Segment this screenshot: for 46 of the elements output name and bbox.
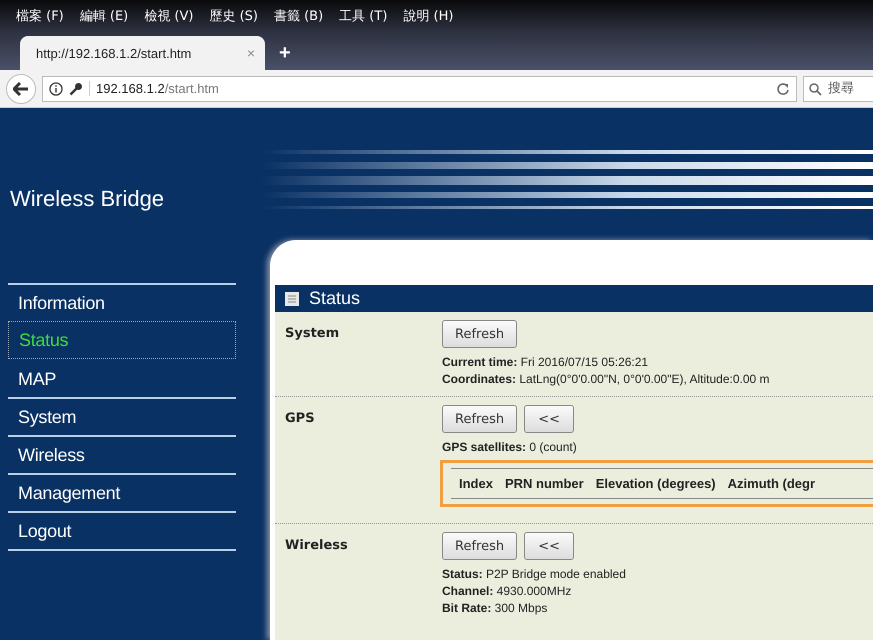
column-header: Elevation (degrees): [596, 476, 716, 491]
info-line: Status: P2P Bridge mode enabled: [442, 566, 627, 583]
info-line: Current time: Fri 2016/07/15 05:26:21: [442, 354, 650, 371]
menu-item[interactable]: 檔案 (F): [16, 7, 64, 25]
panel-title: Status: [309, 288, 360, 309]
info-line: Bit Rate: 300 Mbps: [442, 600, 548, 617]
menu-item[interactable]: 檢視 (V): [144, 7, 194, 25]
menu-item[interactable]: 說明 (H): [403, 7, 454, 25]
section-label: Wireless: [285, 537, 349, 555]
site-title: Wireless Bridge: [9, 185, 166, 212]
column-header: Azimuth (degr: [728, 476, 816, 491]
refresh-button[interactable]: Refresh: [442, 405, 518, 433]
sidebar-item[interactable]: System: [8, 397, 236, 435]
info-line: Channel: 4930.000MHz: [442, 583, 572, 600]
search-field[interactable]: 搜尋: [803, 76, 873, 102]
column-header: PRN number: [504, 476, 584, 491]
info-line: Coordinates: LatLng(0°0'0.00"N, 0°0'0.00"E), Altitude:0.00 m: [442, 371, 771, 388]
section-label: GPS: [285, 410, 316, 428]
column-header: Index: [459, 476, 493, 491]
sidebar-item[interactable]: Status: [8, 321, 236, 359]
refresh-button[interactable]: Refresh: [442, 532, 518, 560]
menu-item[interactable]: 書籤 (B): [274, 7, 324, 25]
menu-item[interactable]: 編輯 (E): [80, 7, 128, 25]
sidebar-item[interactable]: Wireless: [8, 435, 236, 473]
back-button[interactable]: [6, 74, 36, 104]
new-tab-button[interactable]: +: [279, 38, 291, 64]
back-button[interactable]: <<: [524, 532, 574, 560]
arrow-icon: [13, 82, 29, 96]
info-icon[interactable]: [49, 82, 63, 96]
menu-item[interactable]: 工具 (T): [339, 7, 388, 25]
sidebar-item[interactable]: Information: [8, 283, 236, 321]
sidebar-item[interactable]: Management: [8, 473, 236, 511]
sidebar-item[interactable]: Logout: [8, 511, 236, 549]
reload-icon[interactable]: [776, 82, 790, 96]
back-button[interactable]: <<: [524, 405, 574, 433]
refresh-button[interactable]: Refresh: [442, 320, 518, 348]
sidebar-item[interactable]: MAP: [8, 359, 236, 397]
search-icon: [809, 82, 822, 96]
browser-tab[interactable]: http://192.168.1.2/start.htm ×: [20, 36, 265, 70]
url-text[interactable]: 192.168.1.2/start.htm: [89, 81, 219, 96]
list-icon: [285, 292, 299, 306]
section-label: System: [285, 325, 340, 343]
key-icon[interactable]: [69, 82, 83, 96]
menu-item[interactable]: 歷史 (S): [209, 7, 258, 25]
address-bar[interactable]: 192.168.1.2/start.htm: [42, 76, 797, 102]
info-line: GPS satellites: 0 (count): [442, 439, 578, 456]
